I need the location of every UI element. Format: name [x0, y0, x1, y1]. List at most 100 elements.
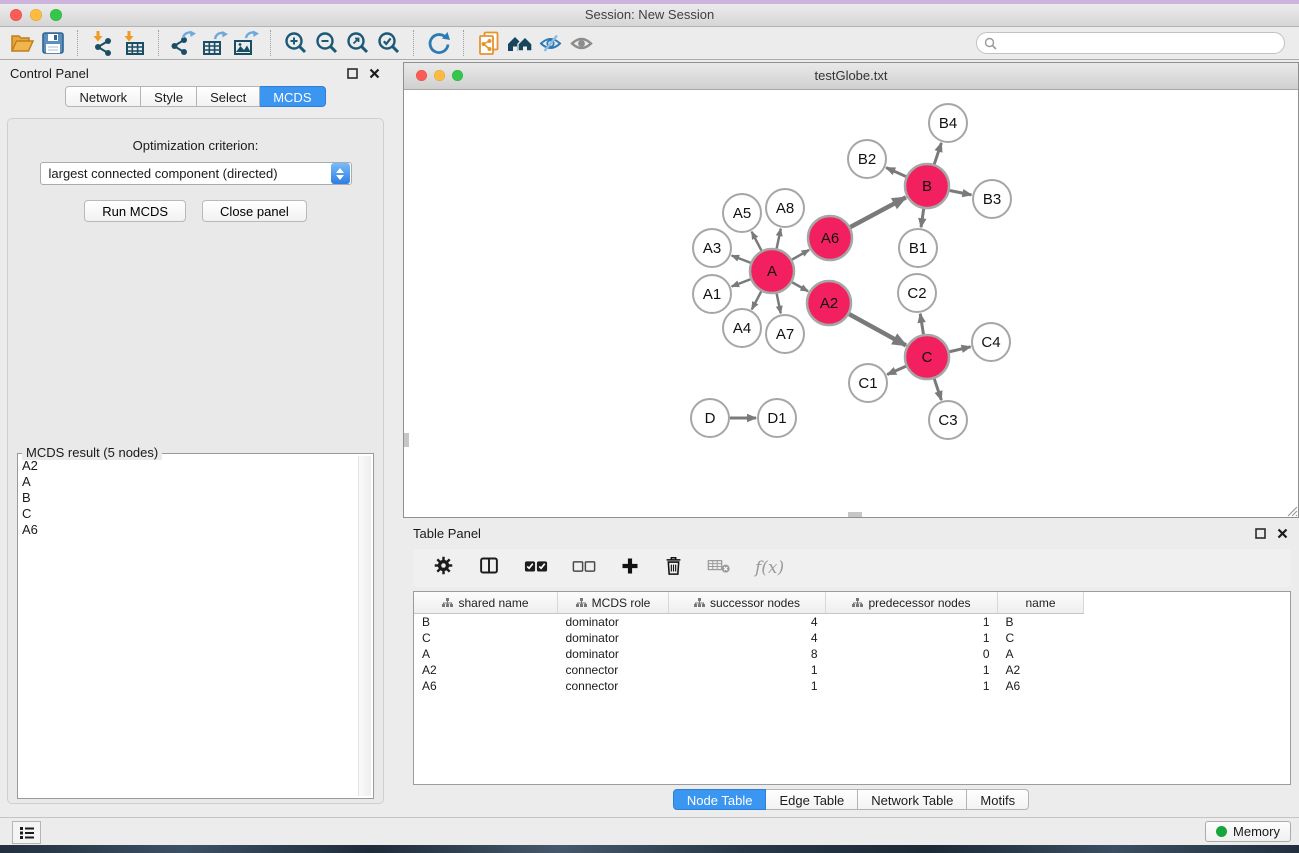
- deselect-all-rows-button[interactable]: [572, 559, 596, 578]
- table-cell[interactable]: 1: [826, 662, 998, 678]
- horizontal-scrollbar-thumb[interactable]: [848, 512, 862, 517]
- edge-A6-B[interactable]: [850, 197, 906, 227]
- column-header-name[interactable]: name: [998, 592, 1084, 614]
- tab-style[interactable]: Style: [141, 86, 197, 107]
- float-table-panel-button[interactable]: [1253, 526, 1267, 540]
- table-cell[interactable]: A6: [998, 678, 1084, 694]
- edge-C-C4[interactable]: [949, 347, 970, 352]
- graph-node-D[interactable]: D: [691, 399, 729, 437]
- result-scrollbar[interactable]: [358, 456, 371, 796]
- graph-node-C3[interactable]: C3: [929, 401, 967, 439]
- graph-node-A4[interactable]: A4: [723, 309, 761, 347]
- task-history-button[interactable]: [12, 821, 41, 844]
- graph-node-B4[interactable]: B4: [929, 104, 967, 142]
- edge-A-A5[interactable]: [752, 232, 762, 251]
- edge-C-C1[interactable]: [887, 366, 906, 374]
- table-cell[interactable]: 8: [669, 646, 826, 662]
- table-row[interactable]: A6connector11A6: [414, 678, 1084, 694]
- column-header-predecessor-nodes[interactable]: predecessor nodes: [826, 592, 998, 614]
- vertical-scrollbar-thumb[interactable]: [404, 433, 409, 447]
- table-row[interactable]: Cdominator41C: [414, 630, 1084, 646]
- graph-node-A[interactable]: A: [750, 249, 794, 293]
- graph-node-A3[interactable]: A3: [693, 229, 731, 267]
- tab-motifs[interactable]: Motifs: [967, 789, 1029, 810]
- table-cell[interactable]: connector: [558, 662, 669, 678]
- edge-A2-C[interactable]: [849, 314, 906, 345]
- import-table-button[interactable]: [118, 29, 149, 57]
- edge-A-A6[interactable]: [792, 250, 809, 260]
- graph-node-D1[interactable]: D1: [758, 399, 796, 437]
- edge-B-B4[interactable]: [934, 143, 941, 164]
- table-cell[interactable]: B: [998, 614, 1084, 631]
- table-cell[interactable]: A2: [414, 662, 558, 678]
- delete-table-button[interactable]: [707, 558, 731, 579]
- graph-node-B2[interactable]: B2: [848, 140, 886, 178]
- graph-node-C4[interactable]: C4: [972, 323, 1010, 361]
- search-input[interactable]: [997, 35, 1277, 51]
- close-table-panel-button[interactable]: [1275, 526, 1289, 540]
- apply-function-button[interactable]: f(x): [755, 558, 784, 578]
- tab-select[interactable]: Select: [197, 86, 260, 107]
- edge-C-C3[interactable]: [934, 379, 941, 400]
- select-all-rows-button[interactable]: [524, 559, 548, 578]
- main-titlebar[interactable]: Session: New Session: [0, 4, 1299, 27]
- graph-node-A6[interactable]: A6: [808, 216, 852, 260]
- tab-network-table[interactable]: Network Table: [858, 789, 967, 810]
- edge-B-B3[interactable]: [950, 191, 972, 195]
- zoom-fit-button[interactable]: [342, 29, 373, 57]
- graph-node-B3[interactable]: B3: [973, 180, 1011, 218]
- table-cell[interactable]: 1: [826, 614, 998, 631]
- mcds-result-item[interactable]: A: [22, 474, 355, 490]
- graph-node-A2[interactable]: A2: [807, 281, 851, 325]
- hide-selected-button[interactable]: [535, 29, 566, 57]
- graph-node-C2[interactable]: C2: [898, 274, 936, 312]
- network-minimize-button[interactable]: [434, 70, 445, 81]
- show-all-button[interactable]: [566, 29, 597, 57]
- column-header-MCDS-role[interactable]: MCDS role: [558, 592, 669, 614]
- zoom-window-button[interactable]: [50, 9, 62, 21]
- graph-node-A1[interactable]: A1: [693, 275, 731, 313]
- export-table-button[interactable]: [199, 29, 230, 57]
- graph-node-A7[interactable]: A7: [766, 315, 804, 353]
- criterion-dropdown[interactable]: largest connected component (directed): [40, 162, 352, 185]
- delete-rows-button[interactable]: [664, 555, 683, 581]
- column-chooser-button[interactable]: [478, 555, 500, 581]
- table-row[interactable]: A2connector11A2: [414, 662, 1084, 678]
- network-zoom-button[interactable]: [452, 70, 463, 81]
- edge-B-B2[interactable]: [886, 168, 906, 177]
- table-cell[interactable]: 1: [826, 630, 998, 646]
- export-image-button[interactable]: [230, 29, 261, 57]
- graph-node-C1[interactable]: C1: [849, 364, 887, 402]
- refresh-view-button[interactable]: [423, 29, 454, 57]
- export-network-button[interactable]: [168, 29, 199, 57]
- table-cell[interactable]: A: [998, 646, 1084, 662]
- memory-button[interactable]: Memory: [1205, 821, 1291, 842]
- run-mcds-button[interactable]: Run MCDS: [84, 200, 186, 222]
- table-cell[interactable]: A6: [414, 678, 558, 694]
- graph-node-C[interactable]: C: [905, 335, 949, 379]
- tab-node-table[interactable]: Node Table: [673, 789, 767, 810]
- table-cell[interactable]: dominator: [558, 614, 669, 631]
- resize-grip[interactable]: [1285, 504, 1298, 517]
- mcds-result-item[interactable]: B: [22, 490, 355, 506]
- close-window-button[interactable]: [10, 9, 22, 21]
- mcds-result-item[interactable]: A6: [22, 522, 355, 538]
- graph-node-A5[interactable]: A5: [723, 194, 761, 232]
- mcds-result-item[interactable]: C: [22, 506, 355, 522]
- edge-A-A3[interactable]: [732, 256, 751, 263]
- tab-edge-table[interactable]: Edge Table: [766, 789, 858, 810]
- zoom-selected-button[interactable]: [373, 29, 404, 57]
- zoom-out-button[interactable]: [311, 29, 342, 57]
- edge-B-B1[interactable]: [921, 209, 924, 227]
- open-file-button[interactable]: [6, 29, 37, 57]
- new-network-from-selection-button[interactable]: [473, 29, 504, 57]
- mcds-result-item[interactable]: A2: [22, 458, 355, 474]
- column-header-shared-name[interactable]: shared name: [414, 592, 558, 614]
- edge-A-A2[interactable]: [792, 282, 808, 291]
- table-row[interactable]: Adominator80A: [414, 646, 1084, 662]
- network-close-button[interactable]: [416, 70, 427, 81]
- table-cell[interactable]: C: [414, 630, 558, 646]
- table-cell[interactable]: 4: [669, 630, 826, 646]
- edge-A-A8[interactable]: [777, 229, 781, 249]
- graph-node-B1[interactable]: B1: [899, 229, 937, 267]
